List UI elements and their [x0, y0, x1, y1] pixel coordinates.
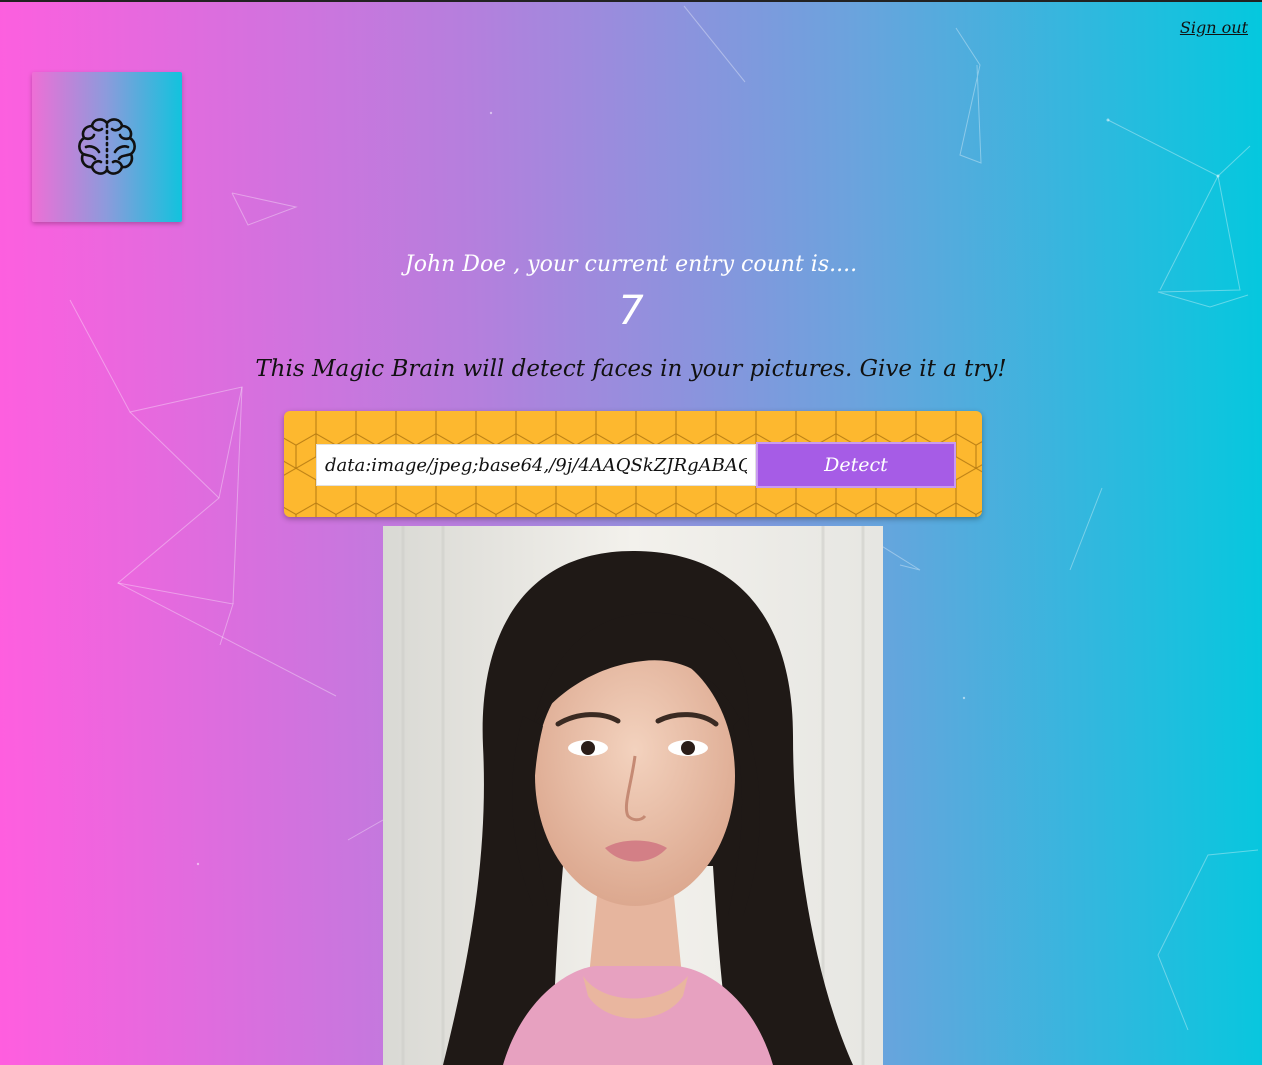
sign-out-link[interactable]: Sign out: [1180, 18, 1248, 37]
entry-count: 7: [618, 288, 644, 334]
face-image: [383, 526, 883, 1065]
image-link-form: Detect: [284, 411, 982, 517]
image-url-input[interactable]: [316, 444, 756, 486]
face-photo: [383, 526, 883, 1065]
detect-button[interactable]: Detect: [756, 442, 956, 488]
tagline: This Magic Brain will detect faces in yo…: [255, 356, 1007, 382]
brain-icon: [78, 118, 136, 175]
navigation: Sign out: [1180, 18, 1248, 37]
logo-tilt-card[interactable]: [32, 72, 182, 222]
rank-greeting: John Doe , your current entry count is..…: [404, 252, 858, 277]
